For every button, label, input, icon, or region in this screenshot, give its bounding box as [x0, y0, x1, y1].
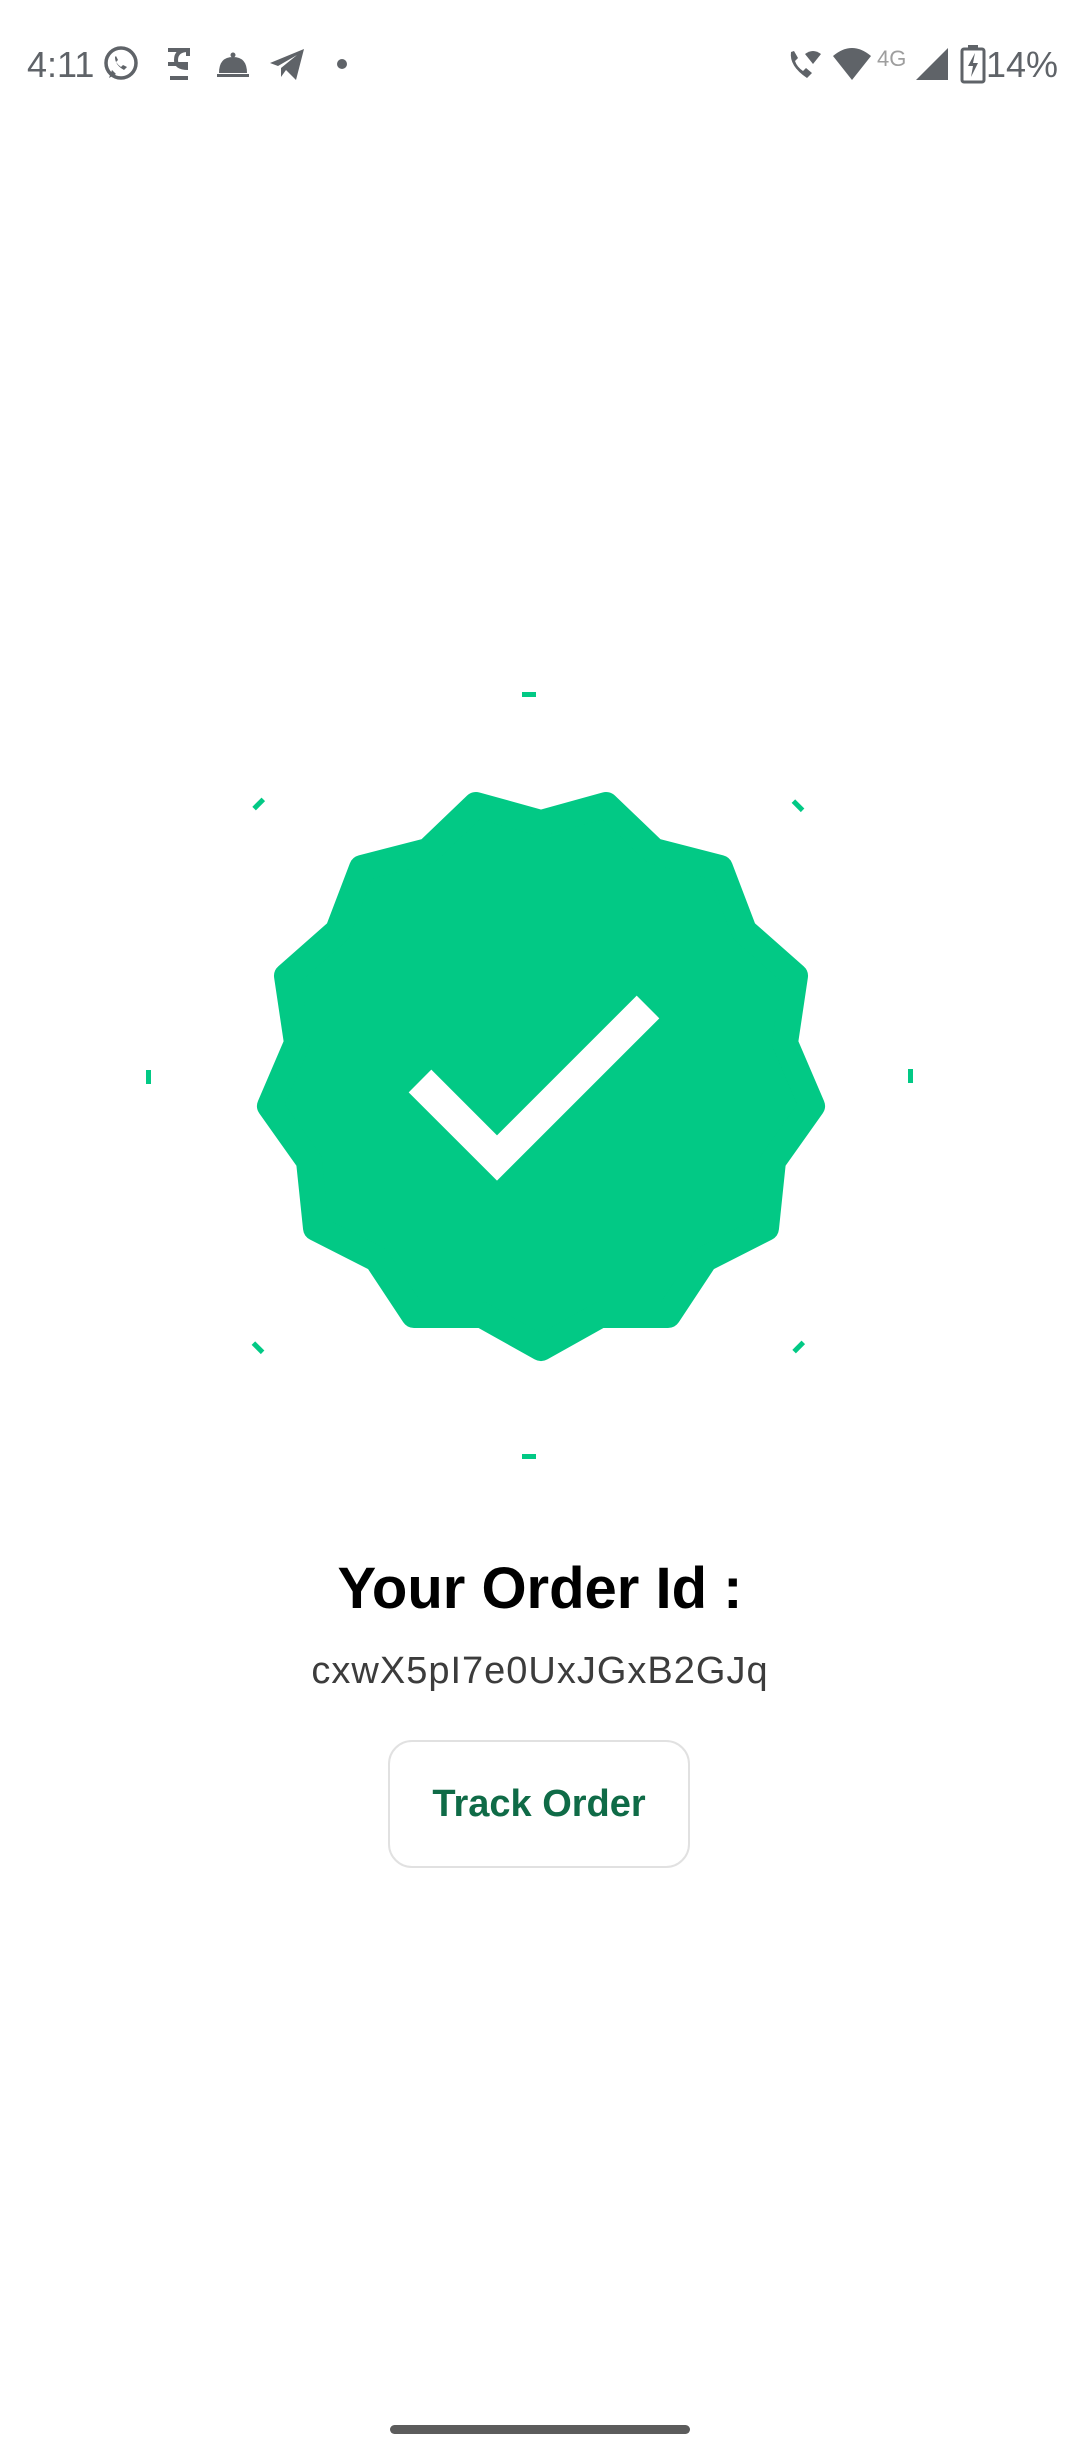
wifi-icon [833, 48, 871, 80]
sparkle-dash-bottom-right [792, 1340, 806, 1354]
sparkle-dash-bottom-left [251, 1341, 265, 1355]
whatsapp-icon [104, 46, 138, 80]
track-order-label: Track Order [432, 1782, 646, 1825]
wifi-calling-icon [790, 51, 821, 78]
track-order-button[interactable]: Track Order [388, 1740, 690, 1868]
food-cloche-icon [217, 52, 249, 77]
dot-icon [337, 59, 347, 69]
network-type-label: 4G [877, 46, 907, 71]
order-id-value: cxwX5pI7e0UxJGxB2GJq [311, 1650, 769, 1692]
status-bar: 4:11 4G 14% [0, 0, 1080, 135]
status-time: 4:11 [27, 44, 95, 85]
verified-badge-icon [257, 792, 825, 1361]
sparkle-dash-right [908, 1069, 913, 1083]
battery-charging-icon [960, 45, 986, 84]
battery-percentage: 14% [985, 44, 1058, 85]
signal-icon [916, 48, 948, 80]
sim-icon [168, 48, 190, 80]
telegram-icon [270, 49, 304, 80]
order-id-heading: Your Order Id : [337, 1556, 743, 1621]
success-badge [146, 692, 913, 1459]
sparkle-dash-top-left [252, 797, 266, 811]
sparkle-dash-left [146, 1070, 151, 1084]
home-indicator[interactable] [390, 2425, 690, 2434]
sparkle-dash-top [522, 692, 536, 697]
sparkle-dash-top-right [791, 799, 805, 813]
sparkle-dash-bottom [522, 1454, 536, 1459]
